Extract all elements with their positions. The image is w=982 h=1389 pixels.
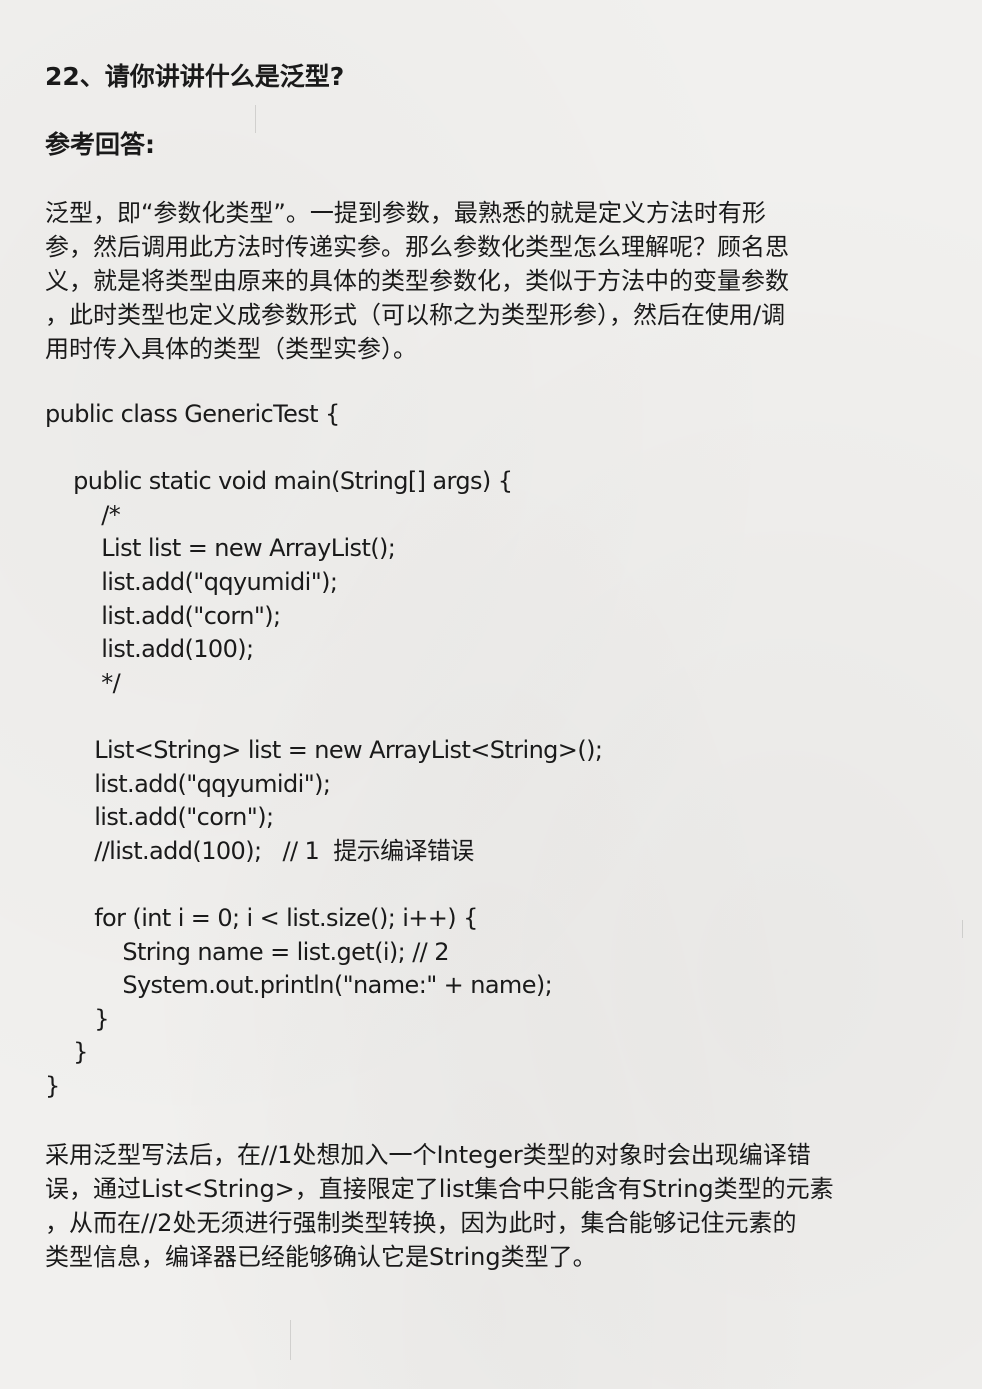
intro-line: 义，就是将类型由原来的具体的类型参数化，类似于方法中的变量参数: [45, 267, 789, 295]
code-line: }: [45, 1071, 60, 1100]
code-line: list.add("qqyumidi");: [45, 769, 331, 798]
code-line: List list = new ArrayList();: [45, 534, 396, 563]
code-line: List<String> list = new ArrayList<String…: [45, 735, 603, 764]
paper-scratch: [962, 920, 963, 938]
question-title: 22、请你讲讲什么是泛型?: [45, 62, 345, 91]
code-line: public class GenericTest {: [45, 400, 340, 428]
code-line: */: [45, 668, 121, 697]
conclusion-line: 采用泛型写法后，在//1处想加入一个Integer类型的对象时会出现编译错: [45, 1141, 811, 1170]
intro-line: ，此时类型也定义成参数形式（可以称之为类型形参），然后在使用/调: [45, 301, 786, 329]
code-line: /*: [45, 500, 121, 529]
code-line: System.out.println("name:" + name);: [45, 971, 553, 1000]
code-line: public static void main(String[] args) {: [45, 467, 513, 496]
answer-label: 参考回答:: [45, 130, 155, 159]
conclusion-line: 误，通过List<String>，直接限定了list集合中只能含有String类…: [45, 1175, 834, 1204]
code-line: list.add("corn");: [45, 803, 274, 832]
code-line: list.add("corn");: [45, 601, 281, 630]
document-body: 22、请你讲讲什么是泛型? 参考回答: 泛型，即“参数化类型”。一提到参数，最熟…: [45, 60, 940, 1274]
code-line: //list.add(100); // 1 提示编译错误: [45, 836, 474, 865]
conclusion-line: 类型信息，编译器已经能够确认它是String类型了。: [45, 1243, 597, 1272]
code-line: String name = list.get(i); // 2: [45, 937, 449, 966]
code-line: for (int i = 0; i < list.size(); i++) {: [45, 903, 478, 932]
intro-line: 用时传入具体的类型（类型实参）。: [45, 335, 417, 363]
conclusion-paragraph: 采用泛型写法后，在//1处想加入一个Integer类型的对象时会出现编译错 误，…: [45, 1138, 940, 1274]
intro-line: 泛型，即“参数化类型”。一提到参数，最熟悉的就是定义方法时有形: [45, 199, 766, 227]
code-line: list.add(100);: [45, 635, 254, 664]
intro-paragraph: 泛型，即“参数化类型”。一提到参数，最熟悉的就是定义方法时有形 参，然后调用此方…: [45, 196, 940, 366]
code-line: }: [45, 1004, 109, 1033]
paper-scratch: [290, 1320, 291, 1360]
code-example: public class GenericTest { public static…: [45, 398, 940, 1103]
conclusion-line: ，从而在//2处无须进行强制类型转换，因为此时，集合能够记住元素的: [45, 1209, 797, 1238]
code-line: list.add("qqyumidi");: [45, 567, 338, 596]
code-line: }: [45, 1038, 88, 1067]
intro-line: 参，然后调用此方法时传递实参。那么参数化类型怎么理解呢？顾名思: [45, 233, 789, 261]
